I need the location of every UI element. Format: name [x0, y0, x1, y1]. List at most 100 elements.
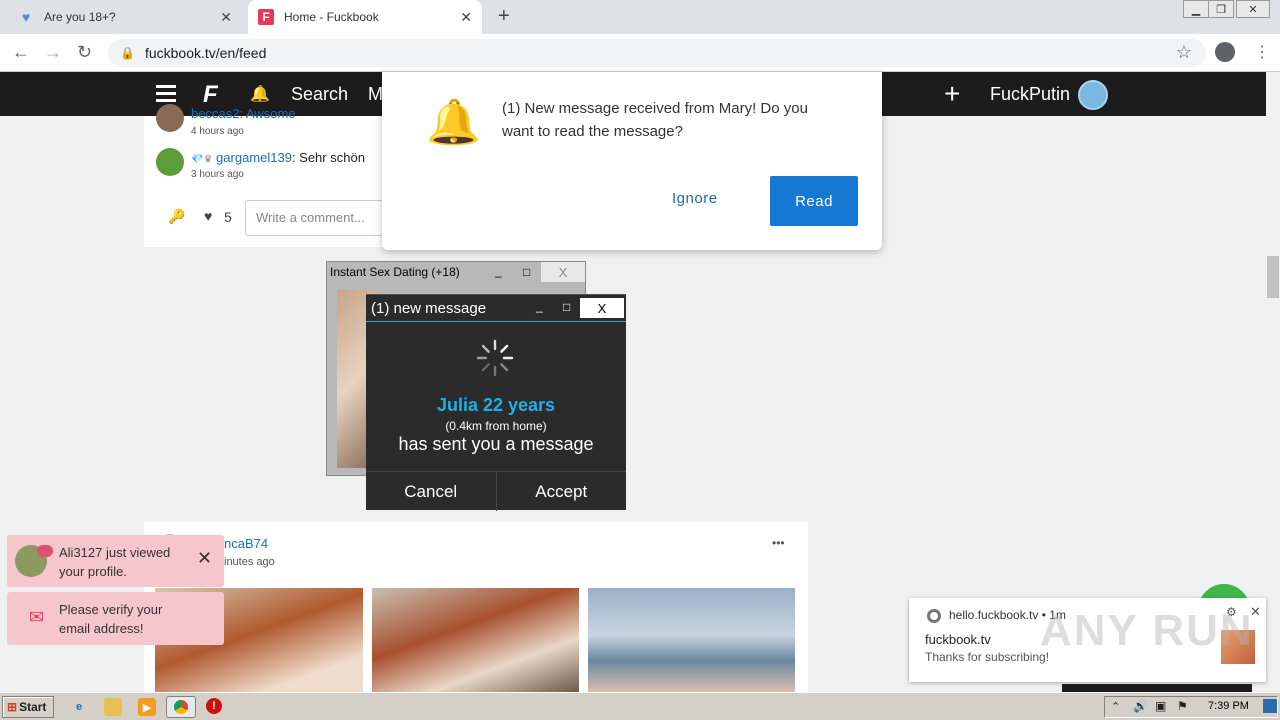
popup-titlebar: (1) new message _ □ X	[366, 295, 626, 322]
comment-partial: beccas2: Awsome	[191, 106, 296, 121]
tab-fuckbook-home[interactable]: F Home - Fuckbook ✕	[248, 0, 482, 34]
accept-button[interactable]: Accept	[497, 472, 627, 511]
sender-name: Julia 22 years	[436, 395, 556, 415]
dialog-message: (1) New message received from Mary! Do y…	[502, 100, 808, 140]
user-avatar[interactable]	[1078, 80, 1108, 110]
comment-time: 4 hours ago	[191, 126, 244, 137]
verify-email-toast[interactable]: ✉ Please verify your email address!	[7, 592, 224, 645]
close-tab-icon[interactable]: ✕	[220, 9, 232, 26]
write-comment-input[interactable]: Write a comment...	[245, 200, 395, 236]
close-window-icon[interactable]: ✕	[1236, 0, 1270, 18]
read-button[interactable]: Read	[770, 176, 858, 226]
flag-icon[interactable]: ⚑	[1177, 699, 1188, 713]
address-bar-row: ← → ↻ 🔒 fuckbook.tv/en/feed ☆ ⋮	[0, 34, 1280, 72]
hamburger-menu-icon[interactable]	[156, 85, 176, 103]
like-count: 5	[224, 209, 232, 225]
cancel-button[interactable]: Cancel	[366, 472, 497, 511]
system-tray: ⌃ 🔊 ▣ ⚑	[1104, 696, 1278, 718]
new-tab-button[interactable]: +	[498, 5, 510, 28]
taskbar-clock: 7:39 PM	[1208, 700, 1249, 712]
post-user-link[interactable]: ncaB74	[224, 536, 268, 551]
post-image[interactable]	[588, 588, 795, 692]
eye-badge-icon	[37, 545, 53, 557]
reload-icon[interactable]: ↻	[77, 42, 92, 63]
popup-title: (1) new message	[371, 299, 487, 317]
forward-icon[interactable]: →	[44, 42, 62, 63]
volume-icon[interactable]: 🔊	[1133, 699, 1148, 713]
new-message-dialog: 🔔 (1) New message received from Mary! Do…	[382, 72, 882, 250]
bell-icon: 🔔	[426, 98, 481, 147]
profile-view-toast[interactable]: Ali3127 just viewed your profile. ✕	[7, 535, 224, 587]
fuckbook-favicon-icon: F	[258, 9, 274, 25]
popup-close-icon[interactable]: X	[580, 298, 624, 318]
site-logo[interactable]: F	[203, 81, 218, 109]
start-button[interactable]: ⊞ Start	[2, 696, 54, 718]
post-time: inutes ago	[224, 556, 275, 568]
minimize-window-icon[interactable]: ▁	[1183, 0, 1209, 18]
start-label: Start	[19, 700, 47, 714]
like-heart-icon[interactable]: ♥	[204, 208, 212, 224]
loading-spinner-icon	[476, 339, 514, 377]
popup-close-icon[interactable]: X	[541, 262, 585, 282]
notifications-bell-icon[interactable]: 🔔	[250, 84, 270, 104]
popup-actions: Cancel Accept	[366, 471, 626, 511]
chrome-taskbar-button[interactable]	[166, 696, 196, 718]
popup-maximize-icon[interactable]: □	[523, 265, 530, 279]
popup-maximize-icon[interactable]: □	[563, 300, 570, 314]
comment-text: : Sehr schön	[291, 150, 365, 165]
dark-bar	[1062, 684, 1252, 692]
url-field[interactable]: 🔒 fuckbook.tv/en/feed ☆	[108, 39, 1206, 67]
folder-icon[interactable]	[104, 698, 122, 716]
add-post-button[interactable]: +	[944, 78, 960, 110]
key-icon[interactable]: 🔑	[168, 208, 185, 225]
popup-minimize-icon[interactable]: _	[536, 299, 543, 313]
lock-icon: 🔒	[120, 46, 135, 60]
toast-text: Please verify your email address!	[59, 602, 163, 636]
comment-user-link[interactable]: gargamel139	[216, 150, 292, 165]
chrome-icon	[174, 700, 188, 714]
browser-tab-bar: ♥ Are you 18+? ✕ F Home - Fuckbook ✕ + ▁…	[0, 0, 1280, 34]
comment-text: beccas2: Awsome	[191, 106, 296, 121]
tray-expand-icon[interactable]: ⌃	[1111, 700, 1120, 713]
commenter-avatar[interactable]	[156, 104, 184, 132]
tab-are-you-18[interactable]: ♥ Are you 18+? ✕	[8, 0, 242, 34]
commenter-avatar[interactable]	[156, 148, 184, 176]
restore-window-icon[interactable]: ❐	[1208, 0, 1234, 18]
envelope-icon: ✉	[29, 607, 45, 627]
post-image[interactable]	[372, 588, 579, 692]
opera-icon[interactable]: !	[206, 698, 222, 714]
comment-item: 💎♛ gargamel139: Sehr schön	[191, 150, 365, 165]
comment-time: 3 hours ago	[191, 169, 244, 180]
diamond-icon: 💎♛	[191, 154, 213, 165]
username-link[interactable]: FuckPutin	[990, 84, 1070, 105]
network-icon[interactable]: ▣	[1155, 699, 1166, 713]
notification-message: Thanks for subscribing!	[925, 650, 1050, 664]
new-message-popup: (1) new message _ □ X Julia 22 years (0.…	[366, 294, 626, 511]
close-tab-icon[interactable]: ✕	[460, 9, 472, 26]
toast-text: Ali3127 just viewed your profile.	[59, 545, 171, 579]
menu-kebab-icon[interactable]: ⋮	[1254, 42, 1270, 62]
media-player-icon[interactable]: ▶	[138, 698, 156, 716]
nav-search[interactable]: Search	[291, 84, 348, 105]
nav-messages[interactable]: M	[368, 84, 383, 105]
scrollbar-thumb[interactable]	[1267, 256, 1279, 298]
tab-title: Home - Fuckbook	[284, 10, 379, 24]
heart-icon: ♥	[21, 9, 31, 25]
ignore-button[interactable]: Ignore	[672, 190, 718, 207]
page-scrollbar[interactable]	[1266, 72, 1280, 692]
show-desktop-icon[interactable]	[1263, 699, 1277, 713]
windows-logo-icon: ⊞	[7, 700, 18, 714]
bookmark-star-icon[interactable]: ☆	[1176, 42, 1192, 63]
popup-titlebar: Instant Sex Dating (+18) _ □ X	[327, 262, 585, 282]
close-toast-icon[interactable]: ✕	[197, 549, 212, 568]
popup-minimize-icon[interactable]: _	[495, 264, 502, 278]
popup-message: has sent you a message	[398, 434, 594, 454]
back-icon[interactable]: ←	[12, 42, 30, 63]
more-options-icon[interactable]: •••	[772, 536, 785, 550]
anyrun-watermark: ANY RUN	[1040, 606, 1254, 655]
profile-icon[interactable]	[1215, 42, 1235, 62]
url-text: fuckbook.tv/en/feed	[144, 45, 267, 61]
popup-title: Instant Sex Dating (+18)	[330, 265, 460, 279]
ie-icon[interactable]: e	[70, 698, 88, 716]
tab-title: Are you 18+?	[44, 10, 116, 24]
